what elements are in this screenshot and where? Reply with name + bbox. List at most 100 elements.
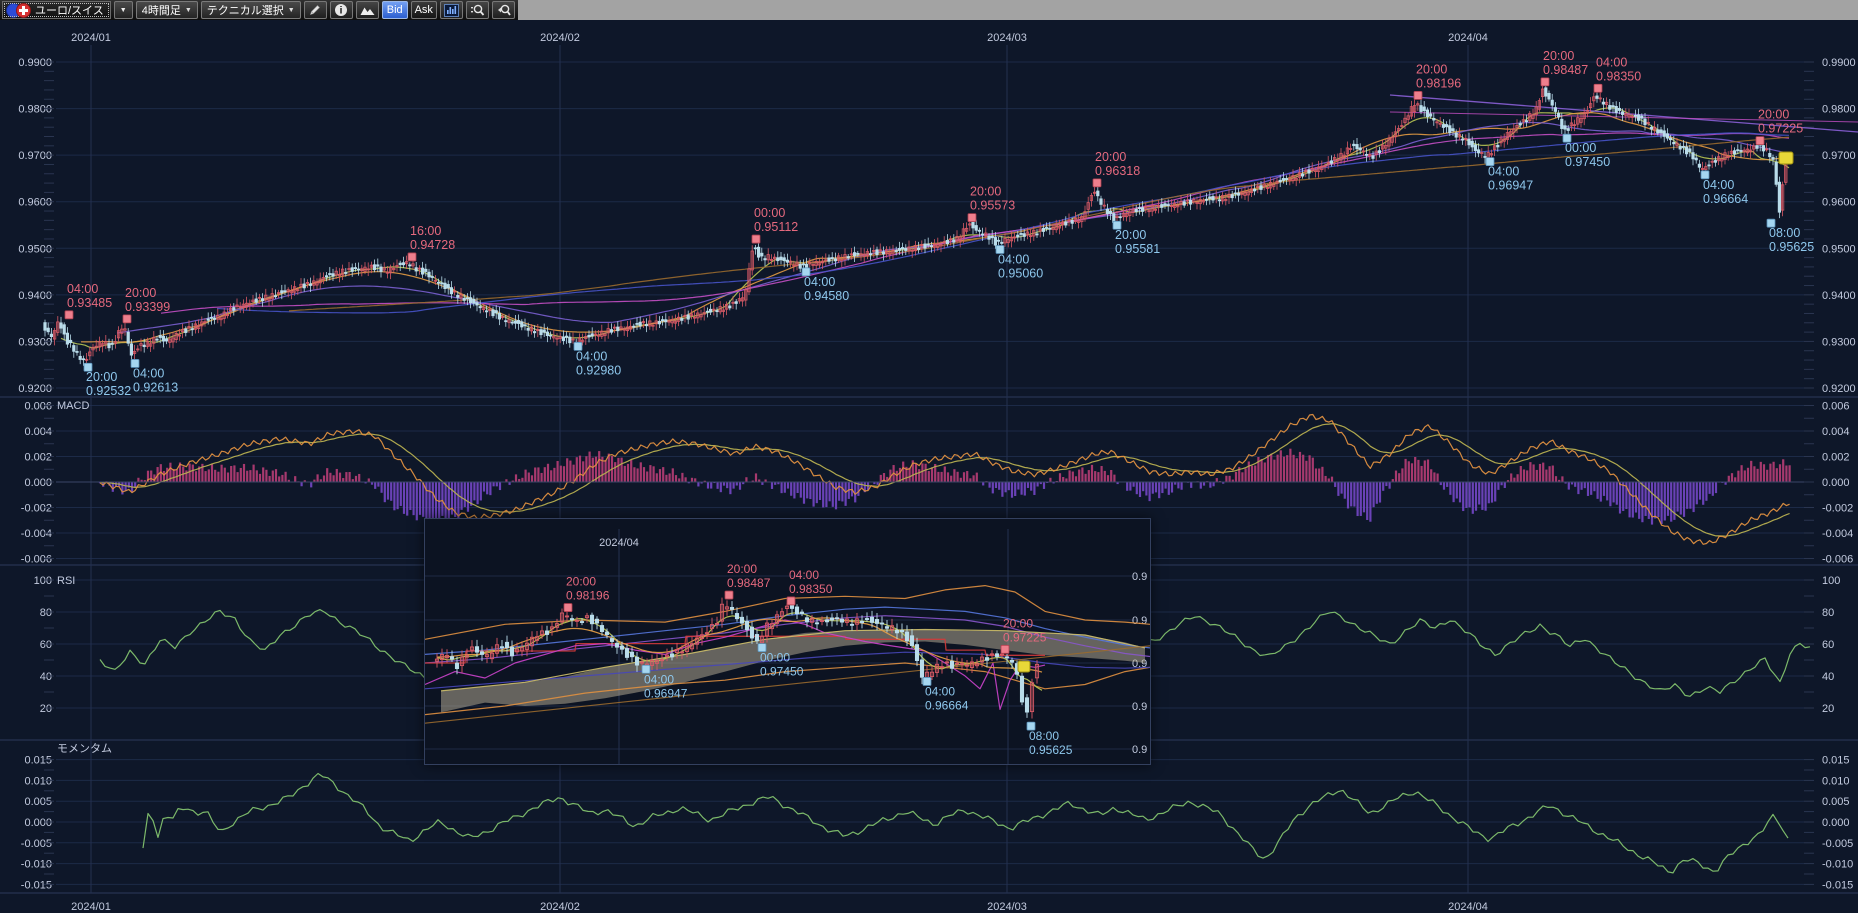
technical-select[interactable]: テクニカル選択 ▼ [201, 1, 301, 19]
svg-text:0.9500: 0.9500 [18, 243, 52, 255]
svg-text:0.96947: 0.96947 [644, 686, 688, 700]
svg-text:20:00: 20:00 [1543, 49, 1574, 63]
svg-text:0.93485: 0.93485 [67, 296, 112, 310]
svg-text:100: 100 [1822, 575, 1840, 587]
svg-text:0.9200: 0.9200 [1822, 383, 1856, 395]
svg-text:0.9900: 0.9900 [18, 57, 52, 69]
svg-text:20:00: 20:00 [727, 562, 757, 576]
svg-text:2024/01: 2024/01 [71, 901, 111, 913]
svg-text:モメンタム: モメンタム [57, 742, 112, 755]
svg-text:0.92980: 0.92980 [576, 363, 621, 377]
svg-text:0.006: 0.006 [1822, 401, 1850, 413]
overlay-current-price-tag [1018, 661, 1030, 672]
svg-text:20:00: 20:00 [1115, 228, 1146, 242]
svg-text:0.98196: 0.98196 [1416, 76, 1461, 90]
timeframe-select[interactable]: 4時間足▼ [136, 1, 198, 19]
svg-text:0.000: 0.000 [24, 817, 52, 829]
overlay-chart-svg[interactable]: 0.90.90.90.90.92024/0420:000.9819604:000… [425, 519, 1150, 764]
draw-tool-button[interactable] [304, 1, 327, 19]
svg-text:04:00: 04:00 [998, 252, 1029, 266]
svg-text:0.92532: 0.92532 [86, 384, 131, 398]
svg-text:0.9700: 0.9700 [18, 150, 52, 162]
chart-type-button[interactable] [356, 1, 379, 19]
svg-text:08:00: 08:00 [1029, 729, 1059, 743]
svg-text:-0.002: -0.002 [1822, 503, 1853, 515]
svg-text:0.9200: 0.9200 [18, 383, 52, 395]
svg-text:-0.015: -0.015 [1822, 879, 1853, 891]
svg-text:40: 40 [1822, 671, 1834, 683]
zoom-overlay-window[interactable]: 0.90.90.90.90.92024/0420:000.9819604:000… [424, 518, 1151, 765]
svg-text:20:00: 20:00 [1758, 108, 1789, 122]
ask-button[interactable]: Ask [411, 1, 437, 19]
svg-text:04:00: 04:00 [789, 568, 819, 582]
svg-text:-0.010: -0.010 [21, 859, 52, 871]
chart-area[interactable]: 0.99000.99000.98000.98000.97000.97000.96… [0, 0, 1858, 913]
annotation-2000-0.98487: 20:000.98487 [725, 562, 771, 599]
svg-text:2024/03: 2024/03 [987, 32, 1027, 44]
svg-text:04:00: 04:00 [576, 349, 607, 363]
svg-text:0.97225: 0.97225 [1758, 122, 1803, 136]
svg-text:20:00: 20:00 [566, 575, 596, 589]
svg-text:-0.004: -0.004 [21, 528, 52, 540]
currency-pair-label: ユーロ/スイス [35, 2, 104, 18]
pencil-icon [308, 3, 322, 17]
chevron-down-icon: ▼ [288, 7, 295, 14]
svg-text:2024/02: 2024/02 [540, 32, 580, 44]
svg-text:0.9: 0.9 [1132, 615, 1147, 627]
svg-text:0.9300: 0.9300 [1822, 336, 1856, 348]
svg-text:-0.005: -0.005 [21, 838, 52, 850]
svg-text:0.004: 0.004 [24, 426, 52, 438]
svg-text:0.015: 0.015 [24, 755, 52, 767]
svg-text:2024/04: 2024/04 [1448, 32, 1488, 44]
svg-text:00:00: 00:00 [754, 206, 785, 220]
technical-label: テクニカル選択 [207, 2, 284, 18]
svg-text:0.005: 0.005 [24, 796, 52, 808]
currency-pair-selector[interactable]: ユーロ/スイス [2, 1, 111, 19]
titlebar-spacer [518, 0, 1858, 20]
svg-text:04:00: 04:00 [1596, 55, 1627, 69]
svg-text:0.9900: 0.9900 [1822, 57, 1856, 69]
zoom-reset-button[interactable] [492, 1, 515, 19]
zoom-in-button[interactable] [466, 1, 489, 19]
svg-text:0.97225: 0.97225 [1003, 630, 1047, 644]
svg-text:0.98196: 0.98196 [566, 589, 610, 603]
mountain-icon [360, 4, 375, 16]
main-chart-svg[interactable]: 0.99000.99000.98000.98000.97000.97000.96… [0, 0, 1858, 913]
waveform-icon [444, 4, 459, 17]
svg-text:2024/04: 2024/04 [599, 537, 639, 549]
svg-text:0.93399: 0.93399 [125, 300, 170, 314]
svg-text:2024/02: 2024/02 [540, 901, 580, 913]
svg-text:0.9800: 0.9800 [18, 104, 52, 116]
svg-text:0.98350: 0.98350 [1596, 69, 1641, 83]
timeframe-label: 4時間足 [142, 2, 181, 18]
svg-text:0.95625: 0.95625 [1769, 240, 1814, 254]
svg-text:0.9400: 0.9400 [18, 290, 52, 302]
svg-text:0.002: 0.002 [24, 452, 52, 464]
svg-text:04:00: 04:00 [133, 366, 164, 380]
svg-text:RSI: RSI [57, 575, 75, 587]
annotation-0400-0.98350: 04:000.98350 [787, 568, 833, 605]
svg-text:0.9300: 0.9300 [18, 336, 52, 348]
svg-text:-0.004: -0.004 [1822, 528, 1853, 540]
svg-text:-0.006: -0.006 [1822, 554, 1853, 566]
svg-text:0.9800: 0.9800 [1822, 104, 1856, 116]
svg-text:0.9400: 0.9400 [1822, 290, 1856, 302]
annotation-0800-0.95625: 08:000.95625 [1027, 722, 1073, 757]
info-button[interactable]: i [330, 1, 353, 19]
svg-text:0.9: 0.9 [1132, 744, 1147, 756]
svg-text:0.96947: 0.96947 [1488, 179, 1533, 193]
svg-text:0.95060: 0.95060 [998, 266, 1043, 280]
svg-text:i: i [340, 6, 343, 17]
svg-text:0.98487: 0.98487 [1543, 63, 1588, 77]
svg-text:0.9500: 0.9500 [1822, 243, 1856, 255]
svg-text:20:00: 20:00 [125, 286, 156, 300]
svg-text:0.010: 0.010 [24, 775, 52, 787]
indicator-window-button[interactable] [440, 1, 463, 19]
pair-dropdown-button[interactable]: ▼ [114, 1, 133, 19]
svg-text:0.96664: 0.96664 [1703, 192, 1748, 206]
svg-text:0.95581: 0.95581 [1115, 242, 1160, 256]
bid-button[interactable]: Bid [382, 1, 408, 19]
svg-text:04:00: 04:00 [644, 672, 674, 686]
svg-text:0.95573: 0.95573 [970, 199, 1015, 213]
info-icon: i [334, 3, 348, 17]
